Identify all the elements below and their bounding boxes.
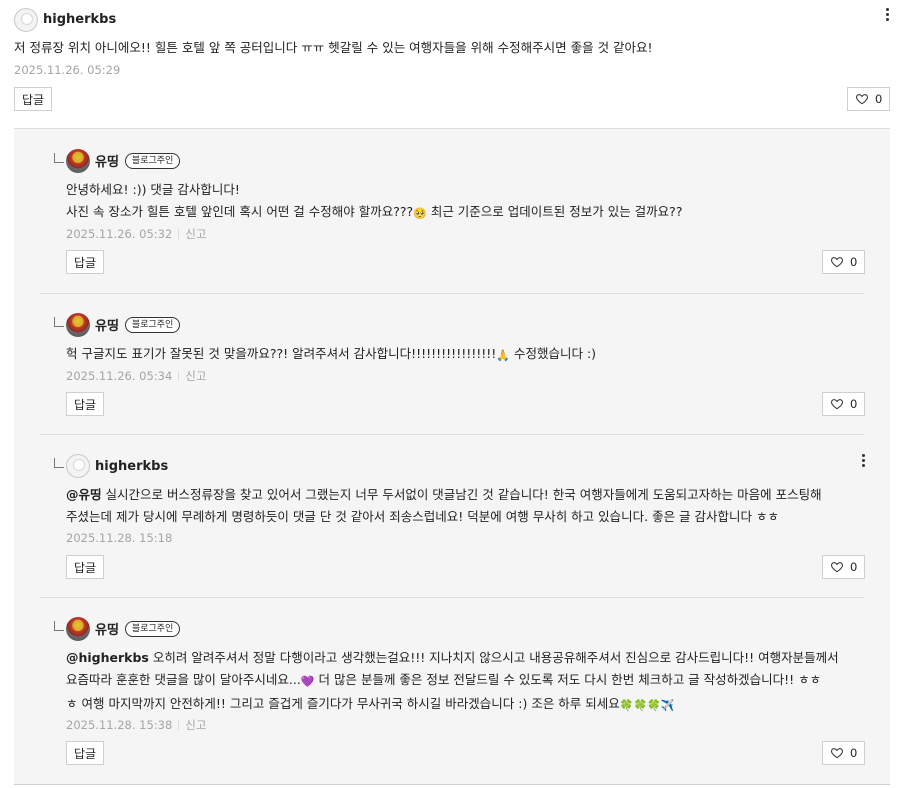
comment-author[interactable]: higherkbs xyxy=(43,12,116,27)
heart-outline-icon xyxy=(830,562,844,573)
reply-corner-icon xyxy=(54,317,64,327)
reply-date: 2025.11.26. 05:32 xyxy=(66,227,173,241)
reply-text: @higherkbs 오히려 알려주셔서 정말 다행이라고 생각했는걸요!!! … xyxy=(66,647,839,717)
airplane-emoji: ✈️ xyxy=(660,699,675,712)
reply-date: 2025.11.26. 05:34 xyxy=(66,369,173,383)
reply-author[interactable]: higherkbs xyxy=(95,459,168,474)
reply-author[interactable]: 유띵 xyxy=(95,619,119,638)
reply-text: 헉 구글지도 표기가 잘못된 것 맞을까요??! 알려주셔서 감사합니다!!!!… xyxy=(66,343,596,367)
like-button[interactable]: 0 xyxy=(822,250,866,274)
reply-text-line: 요즘따라 훈훈한 댓글을 많이 달아주시네요...💜 더 많은 분들께 좋은 정… xyxy=(66,669,839,693)
clover-emoji: 🍀 xyxy=(619,699,634,712)
heart-outline-icon xyxy=(830,257,844,268)
reply-text: @유띵 실시간으로 버스정류장을 찾고 있어서 그랬는지 너무 두서없이 댓글남… xyxy=(66,484,822,528)
like-count: 0 xyxy=(850,560,858,574)
like-count: 0 xyxy=(850,397,858,411)
heart-outline-icon xyxy=(830,399,844,410)
blog-owner-badge: 블로그주인 xyxy=(124,620,181,637)
reply-text-line: ㅎ 여행 마지막까지 안전하게!! 그리고 즐겁게 즐기다가 무사귀국 하시길 … xyxy=(66,693,839,717)
reply-text-part: 오히려 알려주셔서 정말 다행이라고 생각했는걸요!!! 지나치지 않으시고 내… xyxy=(148,650,839,665)
praying-hands-emoji: 🙏 xyxy=(496,349,510,362)
report-link[interactable]: 신고 xyxy=(185,227,206,241)
heart-outline-icon xyxy=(830,748,844,759)
reply-corner-icon xyxy=(54,458,64,468)
pleading-face-emoji: 🥺 xyxy=(413,207,427,220)
reply-text-part: 사진 속 장소가 힐튼 호텔 앞인데 혹시 어떤 걸 수정해야 할까요??? xyxy=(66,204,414,219)
like-button[interactable]: 0 xyxy=(847,87,891,111)
mention-link[interactable]: @higherkbs xyxy=(66,650,149,665)
reply-author[interactable]: 유띵 xyxy=(95,315,119,334)
reply-text: 안녕하세요! :)) 댓글 감사합니다! 사진 속 장소가 힐튼 호텔 앞인데 … xyxy=(66,179,682,225)
like-count: 0 xyxy=(850,746,858,760)
reply-corner-icon xyxy=(54,621,64,631)
avatar[interactable] xyxy=(66,313,90,337)
reply-date: 2025.11.28. 15:18 xyxy=(66,531,173,545)
reply-meta: 2025.11.28. 15:38 신고 xyxy=(66,717,206,733)
like-count: 0 xyxy=(850,255,858,269)
reply-item: 유띵 블로그주인 헉 구글지도 표기가 잘못된 것 맞을까요??! 알려주셔서 … xyxy=(40,293,866,435)
comment-date: 2025.11.26. 05:29 xyxy=(14,63,121,77)
avatar[interactable] xyxy=(66,454,90,478)
reply-meta: 2025.11.26. 05:34 신고 xyxy=(66,368,206,384)
divider xyxy=(178,720,180,730)
reply-text-part: 수정했습니다 :) xyxy=(510,346,597,361)
reply-button[interactable]: 답글 xyxy=(66,250,105,274)
blog-owner-badge: 블로그주인 xyxy=(124,152,181,169)
report-link[interactable]: 신고 xyxy=(185,369,206,383)
reply-text-part: 실시간으로 버스정류장을 찾고 있어서 그랬는지 너무 두서없이 댓글남긴 것 … xyxy=(101,487,822,502)
reply-button[interactable]: 답글 xyxy=(66,392,105,416)
reply-meta: 2025.11.26. 05:32 신고 xyxy=(66,226,206,242)
mention-link[interactable]: @유띵 xyxy=(66,487,102,502)
reply-button[interactable]: 답글 xyxy=(14,87,53,111)
reply-item: 유띵 블로그주인 안녕하세요! :)) 댓글 감사합니다! 사진 속 장소가 힐… xyxy=(40,129,866,294)
avatar[interactable] xyxy=(14,8,38,32)
reply-text-line: @유띵 실시간으로 버스정류장을 찾고 있어서 그랬는지 너무 두서없이 댓글남… xyxy=(66,484,822,506)
comment-text: 저 정류장 위치 아니에오!! 힐튼 호텔 앞 쪽 공터입니다 ㅠㅠ 헷갈릴 수… xyxy=(14,40,653,55)
more-vertical-icon[interactable] xyxy=(885,8,889,21)
reply-text-line: 안녕하세요! :)) 댓글 감사합니다! xyxy=(66,182,240,197)
reply-date: 2025.11.28. 15:38 xyxy=(66,718,173,732)
like-button[interactable]: 0 xyxy=(822,555,866,579)
like-button[interactable]: 0 xyxy=(822,392,866,416)
reply-text-part: ㅎ 여행 마지막까지 안전하게!! 그리고 즐겁게 즐기다가 무사귀국 하시길 … xyxy=(66,696,620,711)
avatar[interactable] xyxy=(66,149,90,173)
divider xyxy=(178,229,180,239)
reply-button[interactable]: 답글 xyxy=(66,741,105,765)
blog-owner-badge: 블로그주인 xyxy=(124,316,181,333)
reply-text-line: 사진 속 장소가 힐튼 호텔 앞인데 혹시 어떤 걸 수정해야 할까요???🥺 … xyxy=(66,201,682,225)
heart-outline-icon xyxy=(855,94,869,105)
reply-meta: 2025.11.28. 15:18 xyxy=(66,531,172,545)
reply-text-part: 최근 기준으로 업데이트된 정보가 있는 걸까요?? xyxy=(426,204,683,219)
clover-emoji: 🍀 xyxy=(647,699,661,712)
more-vertical-icon[interactable] xyxy=(861,454,865,467)
avatar[interactable] xyxy=(66,617,90,641)
reply-list: 유띵 블로그주인 안녕하세요! :)) 댓글 감사합니다! 사진 속 장소가 힐… xyxy=(14,128,890,785)
clover-emoji: 🍀 xyxy=(633,699,648,712)
like-button[interactable]: 0 xyxy=(822,741,866,765)
reply-text-part: 헉 구글지도 표기가 잘못된 것 맞을까요??! 알려주셔서 감사합니다!!!!… xyxy=(66,346,497,361)
reply-text-part: 요즘따라 훈훈한 댓글을 많이 달아주시네요... xyxy=(66,672,301,687)
reply-corner-icon xyxy=(54,153,64,163)
purple-heart-emoji: 💜 xyxy=(300,675,315,688)
reply-text-line: 주셨는데 제가 당시에 무례하게 명령하듯이 댓글 단 것 같아서 죄송스럽네요… xyxy=(66,509,780,524)
like-count: 0 xyxy=(875,92,883,106)
divider xyxy=(178,371,180,381)
reply-item: higherkbs @유띵 실시간으로 버스정류장을 찾고 있어서 그랬는지 너… xyxy=(40,434,866,598)
report-link[interactable]: 신고 xyxy=(185,718,206,732)
reply-item: 유띵 블로그주인 @higherkbs 오히려 알려주셔서 정말 다행이라고 생… xyxy=(40,597,866,784)
reply-text-line: @higherkbs 오히려 알려주셔서 정말 다행이라고 생각했는걸요!!! … xyxy=(66,647,839,669)
reply-text-part: 더 많은 분들께 좋은 정보 전달드릴 수 있도록 저도 다시 한번 체크하고 … xyxy=(314,672,822,687)
reply-author[interactable]: 유띵 xyxy=(95,151,119,170)
reply-button[interactable]: 답글 xyxy=(66,555,105,579)
